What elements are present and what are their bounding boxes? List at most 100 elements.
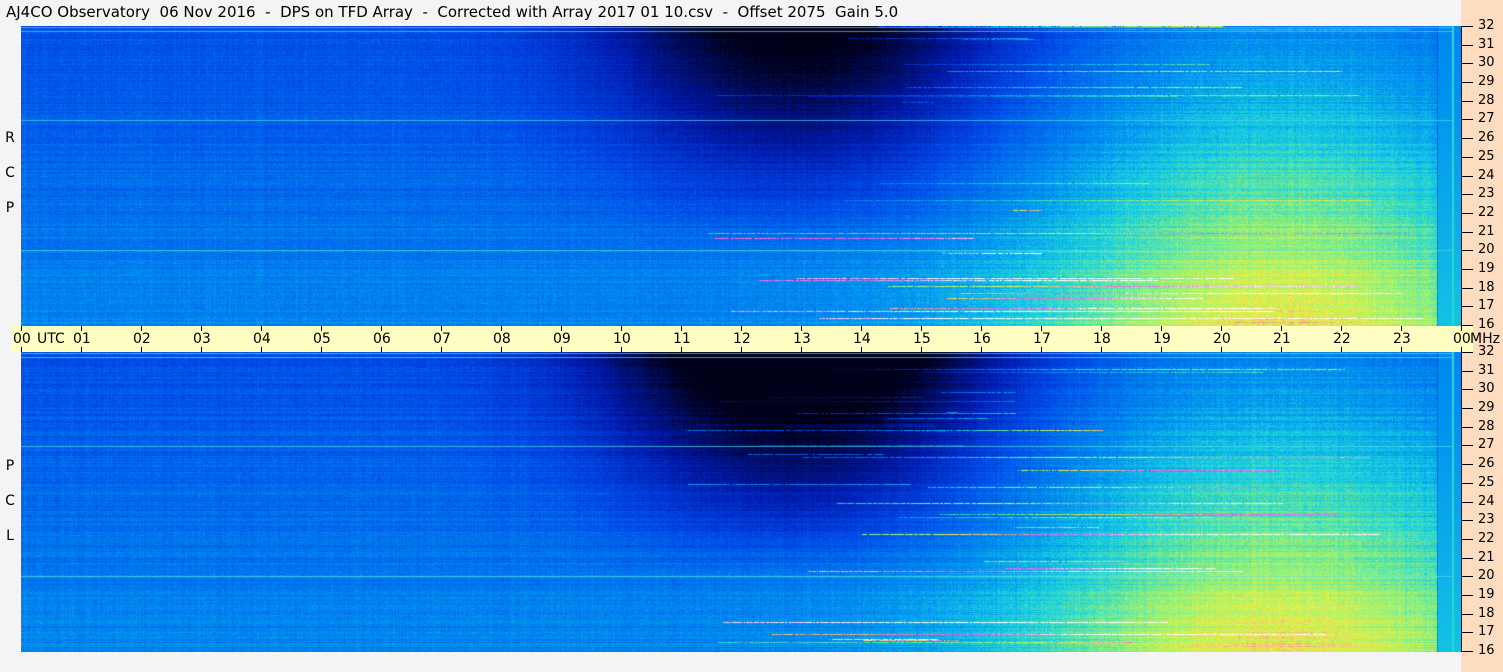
freq-tick-label: 29 (1478, 74, 1495, 90)
freq-tick-label: 28 (1478, 418, 1495, 434)
freq-tick: 20 (1461, 568, 1501, 583)
rcp-spectrogram (21, 26, 1461, 326)
freq-tick-label: 29 (1478, 400, 1495, 416)
freq-tick: 17 (1461, 624, 1501, 639)
lcp-spectrogram (21, 352, 1461, 652)
freq-tick-label: 19 (1478, 586, 1495, 602)
time-tick-label: 00 (13, 331, 31, 347)
freq-tick: 23 (1461, 186, 1501, 201)
freq-tick-label: 20 (1478, 568, 1495, 584)
freq-tick: 32 (1461, 344, 1501, 359)
freq-tick: 26 (1461, 456, 1501, 471)
time-tick-label: 06 (373, 331, 391, 347)
freq-tick: 20 (1461, 242, 1501, 257)
freq-tick-label: 27 (1478, 111, 1495, 127)
utc-label: UTC (37, 331, 65, 347)
freq-tick: 24 (1461, 168, 1501, 183)
freq-tick: 21 (1461, 224, 1501, 239)
freq-tick-label: 26 (1478, 456, 1495, 472)
freq-tick: 26 (1461, 130, 1501, 145)
time-tick-label: 22 (1333, 331, 1351, 347)
freq-tick: 25 (1461, 475, 1501, 490)
panel-label-letter: C (5, 493, 15, 509)
freq-tick: 18 (1461, 280, 1501, 295)
freq-tick: 28 (1461, 419, 1501, 434)
time-tick-label: 11 (673, 331, 691, 347)
freq-tick-label: 25 (1478, 474, 1495, 490)
time-tick-label: 03 (193, 331, 211, 347)
freq-tick: 18 (1461, 606, 1501, 621)
freq-tick: 30 (1461, 55, 1501, 70)
freq-tick-label: 24 (1478, 167, 1495, 183)
freq-tick-label: 24 (1478, 493, 1495, 509)
freq-tick-label: 22 (1478, 204, 1495, 220)
time-tick-label: 10 (613, 331, 631, 347)
time-tick-label: 09 (553, 331, 571, 347)
freq-tick: 28 (1461, 93, 1501, 108)
freq-tick: 22 (1461, 205, 1501, 220)
freq-tick: 24 (1461, 494, 1501, 509)
freq-tick: 17 (1461, 298, 1501, 313)
time-tick-label: 13 (793, 331, 811, 347)
freq-tick-label: 23 (1478, 512, 1495, 528)
freq-tick-label: 32 (1478, 344, 1495, 359)
freq-tick-label: 31 (1478, 36, 1495, 52)
freq-tick-label: 28 (1478, 92, 1495, 108)
freq-tick-label: 19 (1478, 260, 1495, 276)
panel-label-letter: P (5, 200, 15, 216)
time-tick-label: 21 (1273, 331, 1291, 347)
freq-tick-label: 30 (1478, 381, 1495, 397)
freq-tick-label: 16 (1478, 317, 1495, 332)
panel-label-letter: P (5, 458, 15, 474)
freq-tick-label: 21 (1478, 549, 1495, 565)
freq-tick: 16 (1461, 643, 1501, 658)
freq-tick-label: 23 (1478, 186, 1495, 202)
time-tick-label: 02 (133, 331, 151, 347)
freq-tick-label: 20 (1478, 242, 1495, 258)
time-tick-label: 18 (1093, 331, 1111, 347)
freq-tick: 31 (1461, 363, 1501, 378)
freq-tick: 29 (1461, 400, 1501, 415)
freq-tick: 30 (1461, 381, 1501, 396)
freq-tick: 23 (1461, 512, 1501, 527)
freq-tick: 32 (1461, 18, 1501, 33)
time-tick-label: 19 (1153, 331, 1171, 347)
chart-title: AJ4CO Observatory 06 Nov 2016 - DPS on T… (6, 3, 899, 21)
freq-tick-label: 18 (1478, 279, 1495, 295)
panel-label-letter: C (5, 165, 15, 181)
freq-tick: 29 (1461, 74, 1501, 89)
time-tick-label: 00 (1453, 331, 1471, 347)
freq-tick: 16 (1461, 317, 1501, 332)
freq-tick: 25 (1461, 149, 1501, 164)
time-tick-label: 01 (73, 331, 91, 347)
rcp-heatmap (21, 26, 1461, 326)
freq-tick-label: 25 (1478, 148, 1495, 164)
freq-tick: 27 (1461, 437, 1501, 452)
freq-tick-label: 31 (1478, 362, 1495, 378)
time-tick-label: 16 (973, 331, 991, 347)
time-tick-label: 07 (433, 331, 451, 347)
freq-tick-label: 16 (1478, 643, 1495, 658)
time-tick-label: 17 (1033, 331, 1051, 347)
freq-tick: 27 (1461, 111, 1501, 126)
freq-tick-label: 26 (1478, 130, 1495, 146)
time-tick-label: 04 (253, 331, 271, 347)
time-tick-label: 23 (1393, 331, 1411, 347)
freq-tick: 19 (1461, 587, 1501, 602)
freq-tick-label: 32 (1478, 18, 1495, 33)
freq-tick: 22 (1461, 531, 1501, 546)
freq-tick-label: 17 (1478, 624, 1495, 640)
freq-tick-label: 27 (1478, 437, 1495, 453)
freq-tick: 19 (1461, 261, 1501, 276)
panel-label-letter: R (5, 130, 15, 146)
time-tick-label: 20 (1213, 331, 1231, 347)
freq-tick-label: 18 (1478, 605, 1495, 621)
time-tick-label: 05 (313, 331, 331, 347)
time-tick-label: 08 (493, 331, 511, 347)
time-tick-label: 15 (913, 331, 931, 347)
time-tick-label: 14 (853, 331, 871, 347)
lcp-label: L C P (3, 458, 17, 563)
freq-tick-label: 22 (1478, 530, 1495, 546)
lcp-heatmap (21, 352, 1461, 652)
rcp-label: R C P (3, 130, 17, 235)
